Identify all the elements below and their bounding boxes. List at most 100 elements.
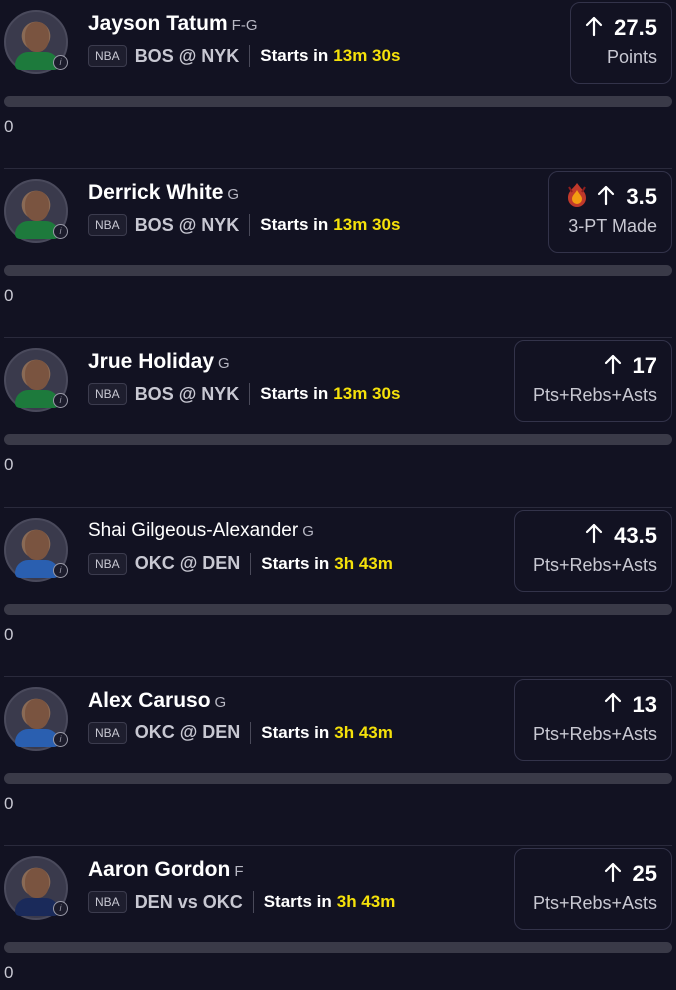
stat-projection-button[interactable]: 3.5 3-PT Made [548,171,672,254]
player-name[interactable]: Jayson Tatum F-G [88,12,257,36]
league-badge: NBA [88,45,127,67]
arrow-up-icon [596,184,626,211]
progress-value: 0 [4,286,14,306]
progress-value: 0 [4,963,14,982]
league-badge: NBA [88,552,127,575]
player-avatar[interactable]: i [4,10,68,74]
player-name[interactable]: Alex Caruso G [88,689,226,713]
league-badge: NBA [88,214,127,237]
starts-label: Starts in [263,892,332,911]
stat-line: 25 [529,859,657,889]
player-card[interactable]: i Aaron Gordon F NBA DEN vs OKC Starts in 3h 4… [0,845,676,990]
stat-line: 43.5 [529,521,657,551]
player-card[interactable]: i Shai Gilgeous-Alexander G NBA OKC @ DEN Sta… [0,506,676,677]
player-card[interactable]: i Alex Caruso G NBA OKC @ DEN Starts in 3h 43m… [0,675,676,846]
avatar-face [25,22,49,52]
info-icon[interactable]: i [53,731,68,747]
matchup: BOS @ NYK [134,383,240,404]
progress-value: 0 [4,624,14,644]
countdown: 13m 30s [333,384,401,404]
avatar-face [25,191,49,222]
player-card[interactable]: i Jrue Holiday G NBA BOS @ NYK Starts in 13m 3… [0,337,676,507]
stat-value: 43.5 [614,522,657,548]
countdown: 13m 30s [333,46,401,65]
stat-line: 27.5 [585,13,657,43]
stat-type: Pts+Rebs+Asts [532,893,657,913]
starts-label: Starts in [261,722,330,742]
player-name-text: Jrue Holiday [88,350,215,374]
stat-value: 3.5 [626,184,657,210]
player-name[interactable]: Derrick White G [88,181,239,205]
avatar-face [25,529,49,560]
progress-value: 0 [4,793,14,813]
stat-type: 3-PT Made [568,216,657,237]
player-card[interactable]: i Derrick White G NBA BOS @ NYK Starts in 13m … [0,168,676,338]
stat-value: 27.5 [614,15,657,40]
player-avatar[interactable]: i [4,686,68,751]
starts-label: Starts in [260,215,329,235]
player-avatar[interactable]: i [4,179,68,244]
card-divider [4,337,672,339]
progress-bar [4,265,672,277]
player-name[interactable]: Shai Gilgeous-Alexander G [88,520,314,542]
game-info: NBA BOS @ NYK Starts in 13m 30s [88,213,400,237]
arrow-up-icon [603,861,633,888]
player-avatar[interactable]: i [4,348,68,413]
fire-demon-icon [564,181,596,214]
avatar-face [25,360,49,391]
matchup: BOS @ NYK [134,45,240,66]
league-badge: NBA [88,721,127,744]
avatar-face [25,868,49,898]
stat-type: Pts+Rebs+Asts [532,385,657,406]
player-position: G [218,355,230,373]
player-name-text: Aaron Gordon [88,858,231,881]
card-divider [4,168,672,170]
progress-value: 0 [4,455,14,475]
game-info: NBA DEN vs OKC Starts in 3h 43m [88,890,395,914]
player-name-text: Jayson Tatum [88,12,228,35]
player-position: F-G [231,17,258,34]
stat-projection-button[interactable]: 43.5 Pts+Rebs+Asts [514,509,672,592]
player-avatar[interactable]: i [4,517,68,582]
countdown: 3h 43m [334,722,393,742]
stat-line: 17 [529,351,657,381]
separator [249,45,251,67]
stat-type: Pts+Rebs+Asts [532,554,657,575]
progress-value: 0 [4,117,14,136]
arrow-up-icon [584,522,614,549]
info-icon[interactable]: i [53,224,68,240]
stat-type: Pts+Rebs+Asts [532,723,657,744]
league-badge: NBA [88,383,127,406]
starts-label: Starts in [260,46,329,65]
info-icon[interactable]: i [53,55,68,70]
game-info: NBA OKC @ DEN Starts in 3h 43m [88,552,393,576]
info-icon[interactable]: i [53,393,68,409]
matchup: OKC @ DEN [134,722,241,743]
stat-projection-button[interactable]: 13 Pts+Rebs+Asts [514,678,672,761]
player-list: i Jayson Tatum F-G NBA BOS @ NYK Starts in 13m… [0,0,676,990]
stat-projection-button[interactable]: 25 Pts+Rebs+Asts [514,848,672,930]
matchup: BOS @ NYK [134,214,240,235]
stat-type: Points [606,47,657,67]
player-position: G [227,186,240,204]
progress-bar [4,603,672,615]
player-card[interactable]: i Jayson Tatum F-G NBA BOS @ NYK Starts in 13m… [0,0,676,169]
player-avatar[interactable]: i [4,856,68,920]
player-name[interactable]: Jrue Holiday G [88,350,230,374]
matchup: DEN vs OKC [134,891,243,912]
separator [252,891,254,913]
separator [249,383,251,406]
player-position: G [302,522,314,540]
game-info: NBA BOS @ NYK Starts in 13m 30s [88,44,400,68]
stat-value: 25 [632,861,657,886]
stat-projection-button[interactable]: 27.5 Points [570,2,672,84]
info-icon[interactable]: i [53,901,68,916]
stat-projection-button[interactable]: 17 Pts+Rebs+Asts [514,340,672,423]
arrow-up-icon [584,15,614,42]
countdown: 3h 43m [336,892,396,911]
card-divider [4,675,672,677]
player-name[interactable]: Aaron Gordon F [88,858,244,882]
info-icon[interactable]: i [53,562,68,578]
player-name-text: Shai Gilgeous-Alexander [88,519,299,541]
separator [250,552,252,575]
